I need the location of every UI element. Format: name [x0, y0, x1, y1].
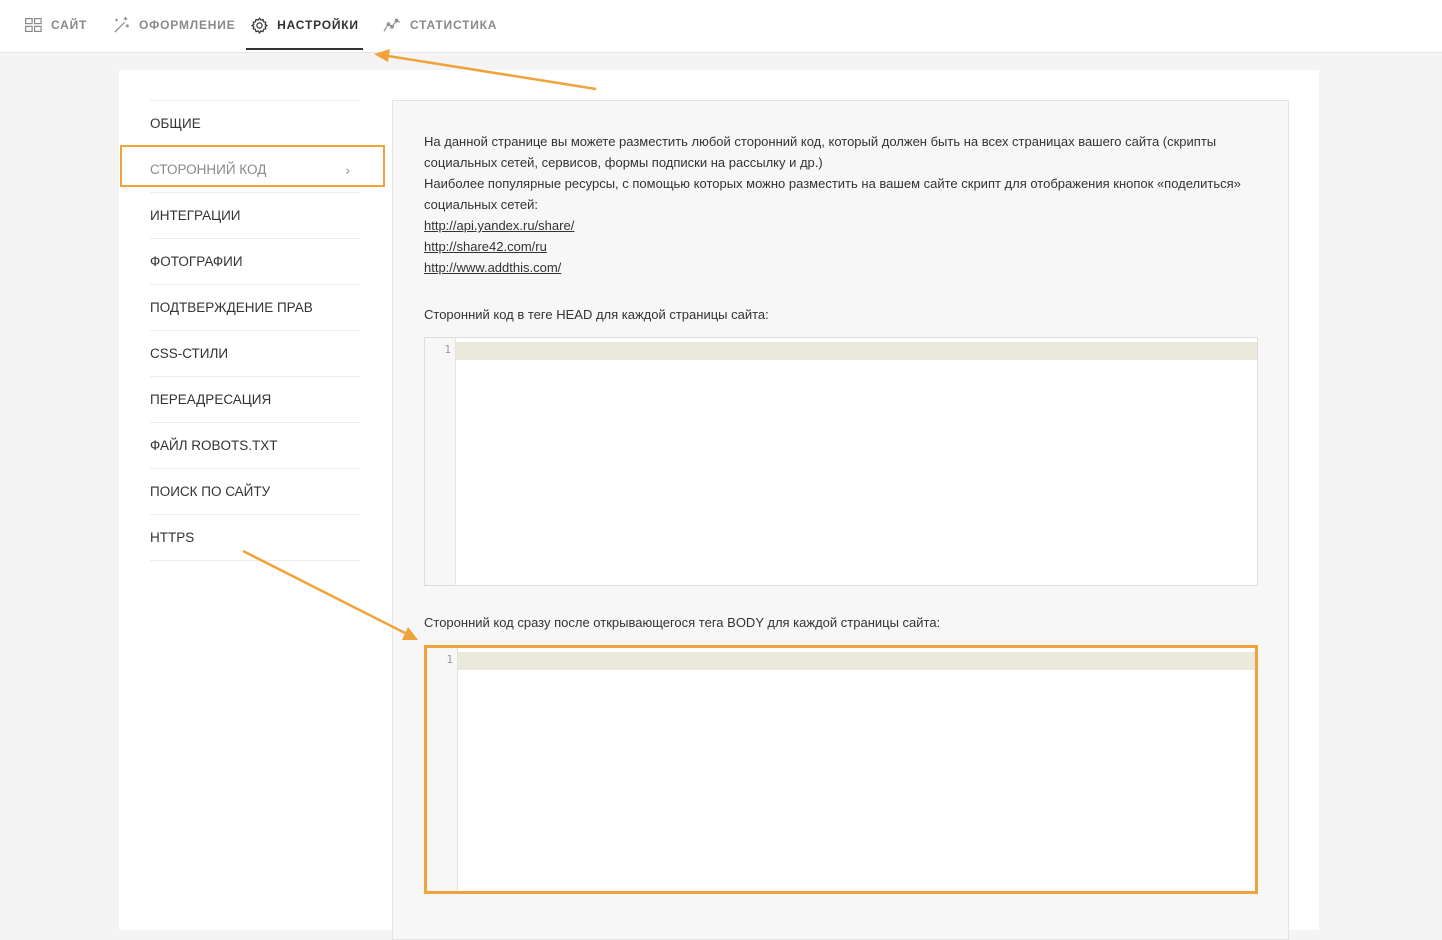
tab-design[interactable]: ОФОРМЛЕНИЕ [112, 0, 235, 50]
sidebar-item-label: ФАЙЛ ROBOTS.TXT [150, 438, 278, 453]
highlight-box-menu [120, 145, 385, 187]
description: На данной странице вы можете разместить … [424, 131, 1274, 278]
tab-settings[interactable]: НАСТРОЙКИ [246, 0, 363, 50]
sidebar-item-label: ПЕРЕАДРЕСАЦИЯ [150, 392, 272, 407]
sidebar-item-label: ПОДТВЕРЖДЕНИЕ ПРАВ [150, 300, 313, 315]
description-text: социальных сетей: [424, 197, 539, 212]
head-code-label: Сторонний код в теге HEAD для каждой стр… [424, 307, 769, 322]
chart-line-icon [383, 16, 401, 34]
sidebar-item-redirect[interactable]: ПЕРЕАДРЕСАЦИЯ [150, 376, 360, 422]
sidebar-item-label: ОБЩИЕ [150, 116, 201, 131]
third-party-code-panel: На данной странице вы можете разместить … [392, 100, 1289, 940]
sidebar-item-label: ПОИСК ПО САЙТУ [150, 484, 271, 499]
line-gutter: 1 [427, 648, 458, 891]
sidebar-item-label: HTTPS [150, 530, 195, 545]
magic-wand-icon [112, 16, 130, 34]
active-line [458, 652, 1255, 670]
active-line [456, 342, 1257, 360]
line-number: 1 [446, 653, 453, 666]
tab-label: ОФОРМЛЕНИЕ [139, 18, 236, 32]
link-yandex-share[interactable]: http://api.yandex.ru/share/ [424, 215, 1274, 236]
settings-card: ОБЩИЕ СТОРОННИЙ КОД › ИНТЕГРАЦИИ ФОТОГРАФ… [119, 70, 1319, 940]
tab-site[interactable]: САЙТ [24, 0, 87, 50]
sidebar-item-css[interactable]: CSS-СТИЛИ [150, 330, 360, 376]
gear-icon [250, 16, 268, 34]
sidebar-item-label: CSS-СТИЛИ [150, 346, 229, 361]
sidebar-item-integrations[interactable]: ИНТЕГРАЦИИ [150, 192, 360, 238]
sidebar-item-https[interactable]: HTTPS [150, 514, 360, 561]
tab-label: СТАТИСТИКА [410, 18, 498, 32]
sidebar-item-label: ФОТОГРАФИИ [150, 254, 243, 269]
description-text: социальных сетей, сервисов, формы подпис… [424, 155, 823, 170]
grid-icon [24, 16, 42, 34]
line-gutter: 1 [425, 338, 456, 585]
sidebar-item-general[interactable]: ОБЩИЕ [150, 100, 360, 146]
tab-label: НАСТРОЙКИ [277, 18, 359, 32]
sidebar-item-robots[interactable]: ФАЙЛ ROBOTS.TXT [150, 422, 360, 468]
link-addthis[interactable]: http://www.addthis.com/ [424, 257, 1274, 278]
link-share42[interactable]: http://share42.com/ru [424, 236, 1274, 257]
description-text: На данной странице вы можете разместить … [424, 134, 1217, 149]
tab-label: САЙТ [51, 18, 88, 32]
line-number: 1 [444, 343, 451, 356]
description-text: Наиболее популярные ресурсы, с помощью к… [424, 176, 1241, 191]
top-navigation: САЙТ ОФОРМЛЕНИЕ НАСТРОЙКИ СТАТИСТИКА [0, 0, 1442, 53]
sidebar-item-photos[interactable]: ФОТОГРАФИИ [150, 238, 360, 284]
body-code-label: Сторонний код сразу после открывающегося… [424, 615, 941, 630]
body-code-editor[interactable]: 1 [424, 645, 1258, 894]
tab-statistics[interactable]: СТАТИСТИКА [383, 0, 497, 50]
sidebar-item-label: ИНТЕГРАЦИИ [150, 208, 241, 223]
head-code-editor[interactable]: 1 [424, 337, 1258, 586]
sidebar-item-site-search[interactable]: ПОИСК ПО САЙТУ [150, 468, 360, 514]
sidebar-item-verification[interactable]: ПОДТВЕРЖДЕНИЕ ПРАВ [150, 284, 360, 330]
